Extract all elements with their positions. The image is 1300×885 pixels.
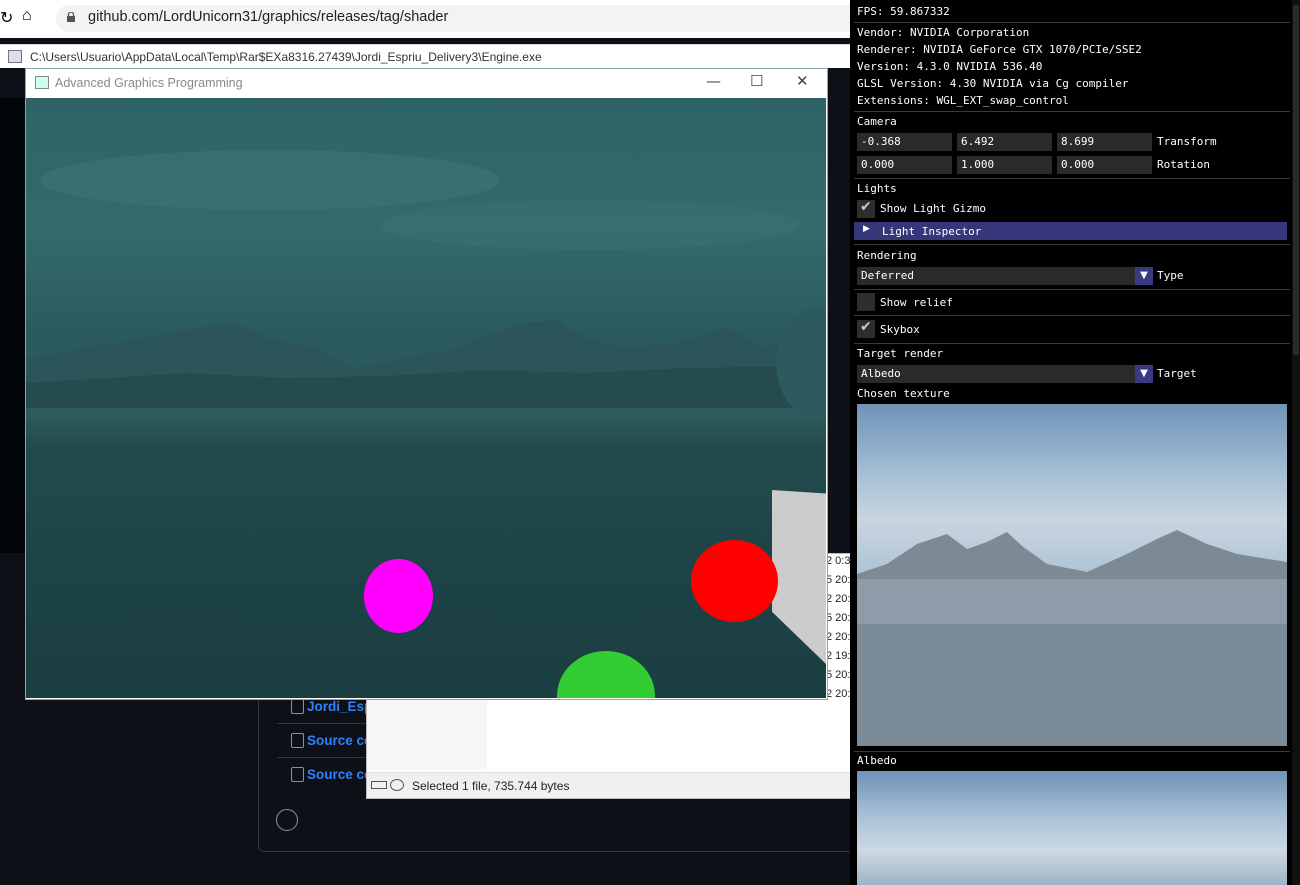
- file-date: 2 20:: [826, 688, 851, 700]
- file-date: 2 20:: [826, 631, 851, 643]
- magenta-light-sphere[interactable]: [364, 559, 433, 633]
- separator: [854, 751, 1290, 752]
- rendering-header: Rendering: [857, 249, 917, 262]
- asset-link[interactable]: Source co: [277, 723, 377, 757]
- renderer-text: Renderer: NVIDIA GeForce GTX 1070/PCIe/S…: [857, 43, 1142, 56]
- light-inspector-label[interactable]: Light Inspector: [882, 225, 981, 238]
- target-dropdown[interactable]: Albedo ▼: [857, 365, 1153, 383]
- separator: [854, 289, 1290, 290]
- expand-arrow-icon: ▶: [863, 224, 870, 234]
- vendor-text: Vendor: NVIDIA Corporation: [857, 26, 1030, 39]
- skybox-checkbox[interactable]: ✔: [857, 319, 875, 338]
- transform-label: Transform: [1157, 135, 1217, 148]
- separator: [854, 343, 1290, 344]
- home-icon[interactable]: ⌂: [22, 7, 32, 25]
- version-text: Version: 4.3.0 NVIDIA 536.40: [857, 60, 1043, 73]
- reaction-icon[interactable]: [276, 809, 298, 831]
- engine-window-title: Advanced Graphics Programming: [55, 76, 243, 90]
- console-icon: [8, 50, 22, 63]
- lights-header: Lights: [857, 182, 897, 195]
- app-icon: [35, 76, 49, 89]
- minimize-button[interactable]: —: [706, 72, 721, 90]
- rotation-y-field[interactable]: 1.000: [957, 156, 1052, 174]
- drive-icon: [371, 781, 387, 789]
- address-text[interactable]: github.com/LordUnicorn31/graphics/releas…: [88, 9, 448, 25]
- rotation-label: Rotation: [1157, 158, 1210, 171]
- file-date: 2 19:: [826, 650, 851, 662]
- extensions-text: Extensions: WGL_EXT_swap_control: [857, 94, 1069, 107]
- albedo-texture-image: [857, 771, 1287, 885]
- dropdown-arrow-icon: ▼: [1135, 365, 1153, 383]
- separator: [854, 244, 1290, 245]
- close-button[interactable]: ✕: [796, 72, 809, 90]
- separator: [854, 111, 1290, 112]
- zip-icon: [291, 767, 304, 782]
- disc-icon: [390, 779, 404, 791]
- rendering-type-label: Type: [1157, 269, 1184, 282]
- transform-z-field[interactable]: 8.699: [1057, 133, 1152, 151]
- maximize-button[interactable]: ☐: [750, 72, 763, 90]
- file-date: 2 0:3: [826, 555, 851, 567]
- scrollbar-thumb[interactable]: [1293, 5, 1299, 355]
- explorer-status-text: Selected 1 file, 735.744 bytes: [412, 779, 570, 793]
- file-date: 2 20:: [826, 593, 851, 605]
- albedo-label: Albedo: [857, 754, 897, 767]
- transform-y-field[interactable]: 6.492: [957, 133, 1052, 151]
- target-label: Target: [1157, 367, 1197, 380]
- chosen-texture-image: [857, 404, 1287, 746]
- show-light-gizmo-label: Show Light Gizmo: [880, 202, 986, 215]
- fps-text: FPS: 59.867332: [857, 5, 950, 18]
- reload-icon[interactable]: ↻: [0, 8, 13, 28]
- zip-icon: [291, 733, 304, 748]
- separator: [854, 178, 1290, 179]
- rotation-z-field[interactable]: 0.000: [1057, 156, 1152, 174]
- skybox-label: Skybox: [880, 323, 920, 336]
- checkmark-icon: ✔: [860, 319, 872, 335]
- camera-header: Camera: [857, 115, 897, 128]
- file-date: 5 20:: [826, 612, 851, 624]
- inspector-panel: FPS: 59.867332 Vendor: NVIDIA Corporatio…: [850, 0, 1300, 885]
- red-light-sphere[interactable]: [691, 540, 778, 622]
- lock-icon: [67, 12, 75, 22]
- show-relief-label: Show relief: [880, 296, 953, 309]
- github-panel: [0, 98, 25, 553]
- rendering-type-dropdown[interactable]: Deferred ▼: [857, 267, 1153, 285]
- target-render-header: Target render: [857, 347, 944, 360]
- asset-link[interactable]: Source co: [277, 757, 377, 791]
- dropdown-arrow-icon: ▼: [1135, 267, 1153, 285]
- glsl-text: GLSL Version: 4.30 NVIDIA via Cg compile…: [857, 77, 1129, 90]
- show-relief-checkbox[interactable]: [857, 293, 875, 311]
- cloud-shape: [380, 200, 800, 250]
- chosen-texture-label: Chosen texture: [857, 387, 950, 400]
- file-date: 5 20:: [826, 574, 851, 586]
- file-date: 5 20:: [826, 669, 851, 681]
- transform-x-field[interactable]: -0.368: [857, 133, 952, 151]
- explorer-nav-pane: [367, 698, 487, 770]
- separator: [854, 315, 1290, 316]
- console-window-title: C:\Users\Usuario\AppData\Local\Temp\Rar$…: [30, 50, 542, 64]
- rotation-x-field[interactable]: 0.000: [857, 156, 952, 174]
- cloud-shape: [40, 150, 500, 210]
- package-icon: [291, 699, 304, 714]
- checkmark-icon: ✔: [860, 199, 872, 215]
- separator: [854, 22, 1290, 23]
- show-light-gizmo-checkbox[interactable]: ✔: [857, 199, 875, 218]
